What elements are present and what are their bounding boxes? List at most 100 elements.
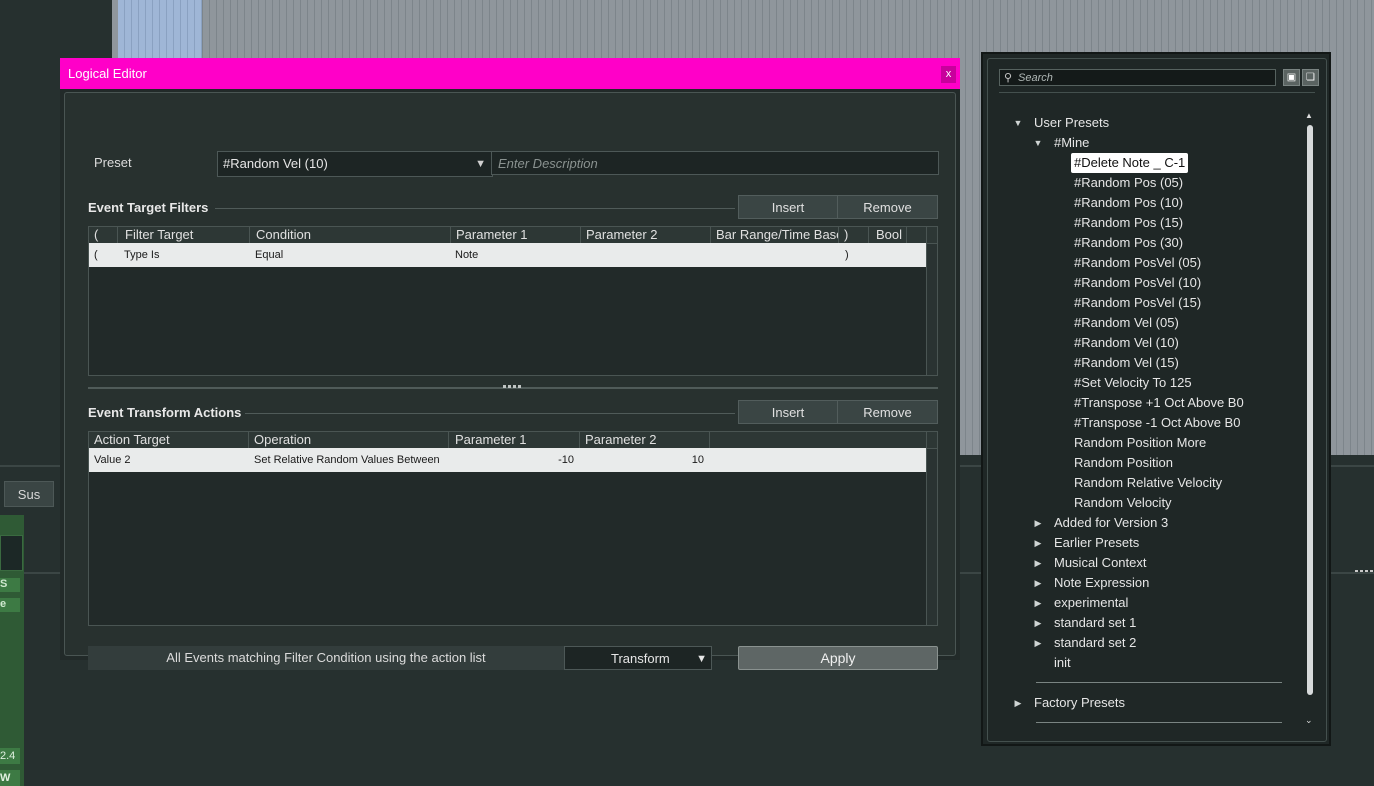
filters-table: ( Filter Target Condition Parameter 1 Pa… [88,226,938,376]
filters-insert-button[interactable]: Insert [738,195,838,219]
table-row[interactable]: ( Type Is Equal Note ) [89,243,927,267]
splitter-grip[interactable] [503,385,523,388]
column-header[interactable]: Parameter 2 [580,432,710,448]
column-header[interactable]: Parameter 2 [581,227,711,243]
divider [999,92,1315,93]
column-header[interactable]: Action Target [89,432,249,448]
expanded-triangle-icon[interactable]: ▼ [1032,133,1044,153]
preset-value: #Random Vel (10) [223,156,328,171]
close-button[interactable]: x [941,66,956,83]
splitter-grip[interactable] [1355,570,1374,572]
tree-item[interactable]: #Random Pos (15) [1074,213,1183,233]
tree-folder[interactable]: standard set 1 [1054,613,1136,633]
cell-parameter-1[interactable]: -10 [450,448,574,472]
column-header[interactable]: Filter Target [120,227,250,243]
tree-item[interactable]: #Random Vel (10) [1074,333,1179,353]
search-box[interactable]: ⚲ [999,69,1276,86]
cell-parameter-2[interactable] [580,243,710,267]
tree-folder-user-presets[interactable]: User Presets [1034,113,1109,133]
filters-remove-button[interactable]: Remove [837,195,938,219]
table-row[interactable]: Value 2 Set Relative Random Values Betwe… [89,448,927,472]
tree-item[interactable]: Random Position [1074,453,1173,473]
expanded-triangle-icon[interactable]: ▼ [1012,113,1024,133]
tree-folder[interactable]: Note Expression [1054,573,1149,593]
filters-scrollbar[interactable] [926,227,937,375]
channel-display [0,535,23,571]
write-button[interactable]: W [0,770,20,786]
scrollbar-thumb[interactable] [1307,125,1313,695]
tree-item[interactable]: #Transpose -1 Oct Above B0 [1074,413,1240,433]
tree-item[interactable]: #Random Pos (30) [1074,233,1183,253]
tree-item[interactable]: #Random Vel (05) [1074,313,1179,333]
cell-bar-range[interactable] [710,243,840,267]
actions-remove-button[interactable]: Remove [837,400,938,424]
cell-action-target[interactable]: Value 2 [89,448,249,472]
tree-folder-mine[interactable]: #Mine [1054,133,1089,153]
scroll-down-icon[interactable]: ⌄ [1305,715,1313,726]
collapsed-triangle-icon[interactable]: ▶ [1032,613,1044,633]
search-input[interactable] [1018,70,1268,85]
column-header[interactable]: Parameter 1 [451,227,581,243]
apply-button[interactable]: Apply [738,646,938,670]
tree-item-selected[interactable]: #Delete Note _ C-1 [1071,153,1189,173]
actions-scrollbar[interactable] [926,432,937,625]
cell-parameter-2[interactable]: 10 [580,448,704,472]
tree-item[interactable]: #Random Pos (05) [1074,173,1183,193]
cell-parameter-1[interactable]: Note [450,243,580,267]
tree-folder-factory-presets[interactable]: Factory Presets [1034,693,1125,713]
column-header[interactable]: Operation [249,432,449,448]
collapsed-triangle-icon[interactable]: ▶ [1032,633,1044,653]
collapsed-triangle-icon[interactable]: ▶ [1032,593,1044,613]
cell-bool[interactable] [870,243,910,267]
column-header[interactable]: Bool [871,227,907,243]
collapsed-triangle-icon[interactable]: ▶ [1012,693,1024,713]
preset-select[interactable]: #Random Vel (10) ▼ [217,151,493,177]
tree-item[interactable]: Random Position More [1074,433,1206,453]
sus-button[interactable]: Sus [4,481,54,507]
column-header[interactable]: Condition [251,227,451,243]
cell-close-bracket[interactable]: ) [840,243,870,267]
collapsed-triangle-icon[interactable]: ▶ [1032,533,1044,553]
tree-item[interactable]: init [1054,653,1071,673]
tree-item[interactable]: #Transpose +1 Oct Above B0 [1074,393,1244,413]
scroll-up-icon[interactable]: ▲ [1305,111,1313,120]
tree-item[interactable]: #Random PosVel (05) [1074,253,1201,273]
cell-operation[interactable]: Set Relative Random Values Between [249,448,449,472]
tree-item[interactable]: Random Relative Velocity [1074,473,1222,493]
column-header[interactable]: Bar Range/Time Base [711,227,839,243]
tree-scrollbar[interactable]: ▲ ⌄ [1304,111,1316,733]
title-bar[interactable]: Logical Editor x [60,58,960,89]
collapsed-triangle-icon[interactable]: ▶ [1032,553,1044,573]
actions-table-header: Action Target Operation Parameter 1 Para… [89,432,927,449]
tree-folder[interactable]: experimental [1054,593,1128,613]
function-value: Transform [611,651,670,666]
tree-item[interactable]: #Set Velocity To 125 [1074,373,1192,393]
cell-filter-target[interactable]: Type Is [119,243,250,267]
copy-preset-button[interactable]: ❏ [1302,69,1319,86]
description-input[interactable] [491,151,939,175]
tree-folder[interactable]: Earlier Presets [1054,533,1139,553]
tree-item[interactable]: #Random Pos (10) [1074,193,1183,213]
tree-folder[interactable]: Added for Version 3 [1054,513,1168,533]
tree-item[interactable]: #Random PosVel (10) [1074,273,1201,293]
preset-tree: ▼ User Presets ▼ #Mine #Delete Note _ C-… [988,99,1308,739]
actions-insert-button[interactable]: Insert [738,400,838,424]
meter-value: 2.4 [0,748,20,764]
tree-folder[interactable]: Musical Context [1054,553,1146,573]
column-header[interactable]: Parameter 1 [450,432,580,448]
tree-item[interactable]: #Random PosVel (15) [1074,293,1201,313]
dialog-body: Preset #Random Vel (10) ▼ Event Target F… [64,92,956,670]
save-icon: ▣ [1286,72,1297,83]
function-select[interactable]: Transform ▼ [564,646,712,670]
save-preset-button[interactable]: ▣ [1283,69,1300,86]
collapsed-triangle-icon[interactable]: ▶ [1032,573,1044,593]
column-header[interactable]: ) [839,227,869,243]
tree-item[interactable]: #Random Vel (15) [1074,353,1179,373]
logical-editor-window: Logical Editor x Preset #Random Vel (10)… [60,58,960,670]
tree-item[interactable]: Random Velocity [1074,493,1172,513]
tree-folder[interactable]: standard set 2 [1054,633,1136,653]
cell-condition[interactable]: Equal [250,243,450,267]
cell-open-bracket[interactable]: ( [89,243,119,267]
collapsed-triangle-icon[interactable]: ▶ [1032,513,1044,533]
column-header[interactable]: ( [89,227,118,243]
